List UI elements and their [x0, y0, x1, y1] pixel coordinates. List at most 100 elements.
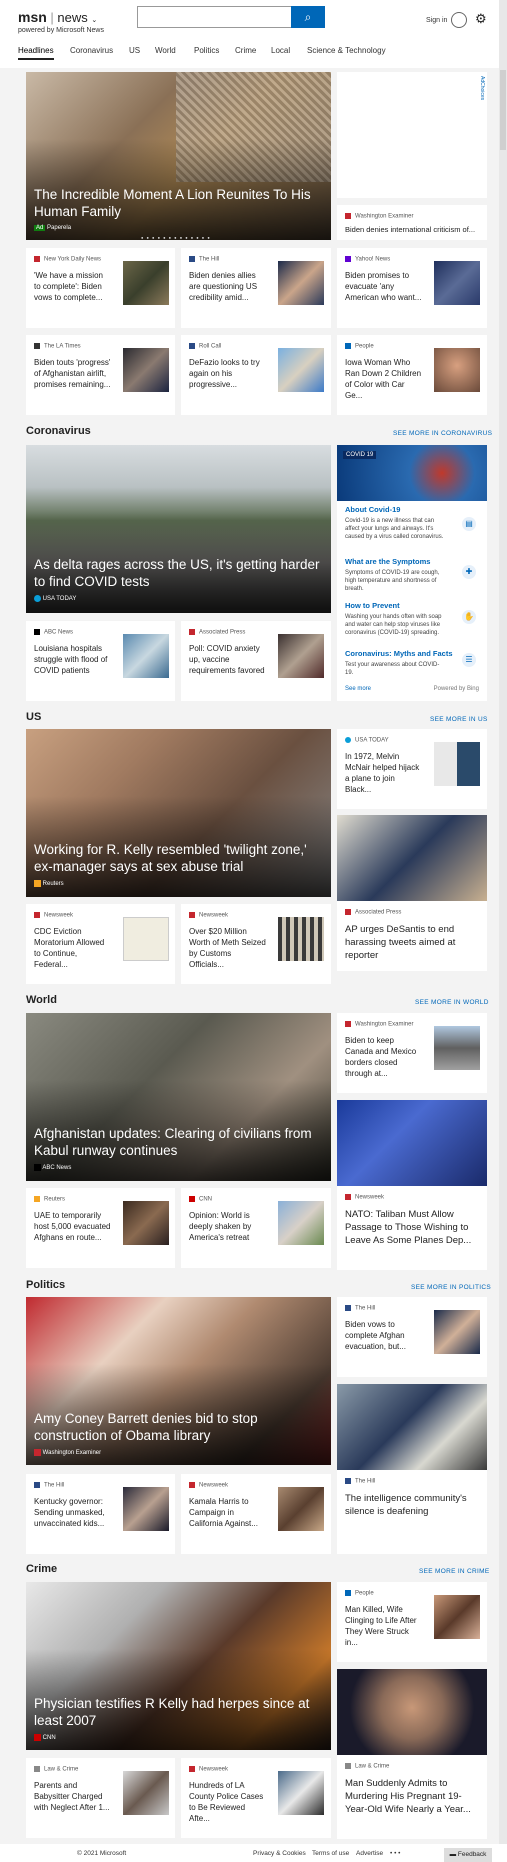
news-card[interactable]: Law & Crime Man Suddenly Admits to Murde…: [337, 1755, 487, 1839]
news-card[interactable]: Newsweek Kamala Harris to Campaign in Ca…: [181, 1474, 331, 1554]
crime-hero-card[interactable]: Physician testifies R Kelly had herpes s…: [26, 1582, 331, 1750]
carousel-dots[interactable]: ● ● ● ● ● ● ● ● ● ● ● ● ●: [141, 235, 211, 240]
feedback-button[interactable]: ▬ Feedback: [444, 1848, 492, 1862]
tab-us[interactable]: US: [129, 46, 140, 55]
hero-title[interactable]: The Incredible Moment A Lion Reunites To…: [34, 186, 321, 220]
hero-title[interactable]: Working for R. Kelly resembled 'twilight…: [34, 841, 321, 875]
hero-title[interactable]: Afghanistan updates: Clearing of civilia…: [34, 1125, 321, 1159]
adchoices-label[interactable]: AdChoices: [479, 76, 485, 100]
sign-in-link[interactable]: Sign in: [426, 17, 447, 24]
politics-hero-card[interactable]: Amy Coney Barrett denies bid to stop con…: [26, 1297, 331, 1465]
item-desc: Washing your hands often with soap and w…: [345, 614, 442, 636]
section-heading-coronavirus[interactable]: Coronavirus: [26, 425, 91, 437]
source-icon: [34, 629, 40, 635]
news-card[interactable]: The LA Times Biden touts 'progress' of A…: [26, 335, 175, 415]
scrollbar[interactable]: [499, 0, 507, 1862]
top-hero-card[interactable]: The Incredible Moment A Lion Reunites To…: [26, 72, 331, 240]
hero-source: Washington Examiner: [42, 1450, 102, 1457]
us-side-image[interactable]: [337, 815, 487, 901]
see-more-us[interactable]: SEE MORE IN US: [430, 716, 488, 723]
avatar[interactable]: [451, 12, 467, 28]
source-icon: [34, 1734, 41, 1741]
tab-coronavirus[interactable]: Coronavirus: [70, 46, 113, 55]
covid-item-myths[interactable]: Coronavirus: Myths and Facts Test your a…: [345, 649, 479, 677]
crime-side-image[interactable]: [337, 1669, 487, 1755]
tab-science[interactable]: Science & Technology: [307, 46, 386, 55]
gear-icon[interactable]: ⚙: [475, 11, 487, 27]
world-side-image[interactable]: [337, 1100, 487, 1186]
msn-logo[interactable]: msn | news ⌄ powered by Microsoft News: [18, 9, 104, 34]
news-card[interactable]: Newsweek NATO: Taliban Must Allow Passag…: [337, 1186, 487, 1270]
source-name: New York Daily News: [44, 256, 102, 263]
headline: AP urges DeSantis to end harassing tweet…: [345, 924, 456, 961]
source-icon: [345, 1021, 351, 1027]
see-more-crime[interactable]: SEE MORE IN CRIME: [419, 1568, 489, 1575]
headline: UAE to temporarily host 5,000 evacuated …: [34, 1211, 111, 1242]
news-card[interactable]: Associated Press Poll: COVID anxiety up,…: [181, 621, 331, 701]
source-icon: [189, 912, 195, 918]
see-more-coronavirus[interactable]: SEE MORE IN CORONAVIRUS: [393, 430, 492, 437]
more-icon[interactable]: • • •: [390, 1850, 400, 1857]
section-heading-politics[interactable]: Politics: [26, 1279, 65, 1291]
terms-link[interactable]: Terms of use: [312, 1850, 349, 1857]
covid-item-prevent[interactable]: How to Prevent Washing your hands often …: [345, 601, 479, 637]
section-heading-us[interactable]: US: [26, 711, 41, 723]
see-more-politics[interactable]: SEE MORE IN POLITICS: [411, 1284, 491, 1291]
tab-politics[interactable]: Politics: [194, 46, 219, 55]
us-hero-card[interactable]: Working for R. Kelly resembled 'twilight…: [26, 729, 331, 897]
hero-title[interactable]: Physician testifies R Kelly had herpes s…: [34, 1695, 321, 1729]
news-card[interactable]: Yahoo! News Biden promises to evacuate '…: [337, 248, 487, 328]
source-icon: [345, 1763, 351, 1769]
politics-side-image[interactable]: [337, 1384, 487, 1470]
side-news-card[interactable]: Washington Examiner Biden denies interna…: [337, 205, 487, 240]
search-button[interactable]: ⌕: [291, 6, 325, 28]
news-card[interactable]: The Hill The intelligence community's si…: [337, 1470, 487, 1554]
news-card[interactable]: ABC News Louisiana hospitals struggle wi…: [26, 621, 175, 701]
news-card[interactable]: People Man Killed, Wife Clinging to Life…: [337, 1582, 487, 1662]
coronavirus-hero-card[interactable]: As delta rages across the US, it's getti…: [26, 445, 331, 613]
source-name: People: [355, 343, 374, 350]
news-card[interactable]: The Hill Kentucky governor: Sending unma…: [26, 1474, 175, 1554]
ad-card: AdChoices: [337, 72, 487, 198]
tab-crime[interactable]: Crime: [235, 46, 256, 55]
news-card[interactable]: People Iowa Woman Who Ran Down 2 Childre…: [337, 335, 487, 415]
source-name: Roll Call: [199, 343, 222, 350]
news-card[interactable]: Newsweek Hundreds of LA County Police Ca…: [181, 1758, 331, 1838]
source-name: ABC News: [44, 629, 74, 636]
source-name: Newsweek: [199, 1766, 229, 1773]
source-icon: [34, 595, 41, 602]
news-card[interactable]: Reuters UAE to temporarily host 5,000 ev…: [26, 1188, 175, 1268]
news-card[interactable]: The Hill Biden denies allies are questio…: [181, 248, 331, 328]
news-card[interactable]: USA TODAY In 1972, Melvin McNair helped …: [337, 729, 487, 809]
covid-item-about[interactable]: About Covid-19 Covid-19 is a new illness…: [345, 505, 479, 541]
see-more-world[interactable]: SEE MORE IN WORLD: [415, 999, 489, 1006]
advertise-link[interactable]: Advertise: [356, 1850, 383, 1857]
headline: Hundreds of LA County Police Cases to Be…: [189, 1781, 264, 1823]
news-card[interactable]: CNN Opinion: World is deeply shaken by A…: [181, 1188, 331, 1268]
covid-item-symptoms[interactable]: What are the Symptoms Symptoms of COVID-…: [345, 557, 479, 593]
tab-world[interactable]: World: [155, 46, 176, 55]
news-card[interactable]: Law & Crime Parents and Babysitter Charg…: [26, 1758, 175, 1838]
section-heading-crime[interactable]: Crime: [26, 1563, 57, 1575]
privacy-link[interactable]: Privacy & Cookies: [253, 1850, 306, 1857]
news-card[interactable]: Roll Call DeFazio looks to try again on …: [181, 335, 331, 415]
news-card[interactable]: Newsweek Over $20 Million Worth of Meth …: [181, 904, 331, 984]
headline: Biden denies allies are questioning US c…: [189, 271, 258, 302]
section-heading-world[interactable]: World: [26, 994, 57, 1006]
source-icon: [34, 1766, 40, 1772]
news-card[interactable]: New York Daily News 'We have a mission t…: [26, 248, 175, 328]
thumbnail: [123, 1201, 169, 1245]
news-card[interactable]: Associated Press AP urges DeSantis to en…: [337, 901, 487, 971]
tab-local[interactable]: Local: [271, 46, 290, 55]
world-hero-card[interactable]: Afghanistan updates: Clearing of civilia…: [26, 1013, 331, 1181]
news-card[interactable]: Newsweek CDC Eviction Moratorium Allowed…: [26, 904, 175, 984]
news-card[interactable]: Washington Examiner Biden to keep Canada…: [337, 1013, 487, 1093]
hero-title[interactable]: As delta rages across the US, it's getti…: [34, 556, 321, 590]
scrollbar-thumb[interactable]: [500, 70, 506, 150]
news-card[interactable]: The Hill Biden vows to complete Afghan e…: [337, 1297, 487, 1377]
covid-see-more[interactable]: See more: [345, 686, 371, 692]
tab-headlines[interactable]: Headlines: [18, 46, 54, 60]
hero-source: ABC News: [42, 1165, 72, 1172]
hero-title[interactable]: Amy Coney Barrett denies bid to stop con…: [34, 1410, 321, 1444]
item-desc: Test your awareness about COVID-19.: [345, 662, 440, 676]
